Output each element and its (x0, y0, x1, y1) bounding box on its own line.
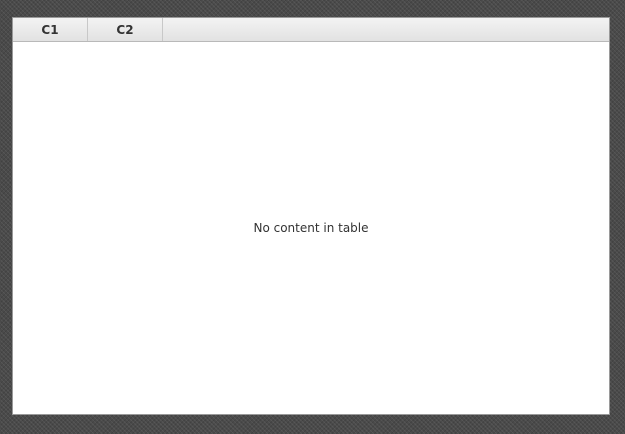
header-filler (163, 18, 609, 41)
column-header-c1[interactable]: C1 (13, 18, 88, 41)
table-body[interactable]: No content in table (13, 42, 609, 414)
column-header-c2[interactable]: C2 (88, 18, 163, 41)
table-view[interactable]: C1 C2 No content in table (12, 17, 610, 415)
empty-table-placeholder: No content in table (253, 221, 369, 235)
table-header: C1 C2 (13, 18, 609, 42)
